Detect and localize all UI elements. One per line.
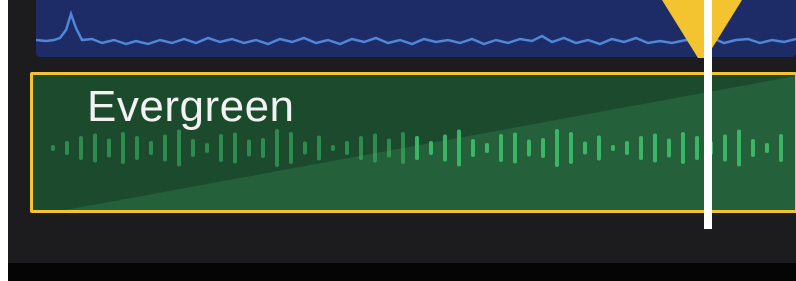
audio-clip-evergreen[interactable]: Evergreen xyxy=(30,72,796,213)
waveform-bar xyxy=(107,138,111,158)
waveform-bar xyxy=(317,135,321,161)
waveform-bar xyxy=(135,136,139,160)
waveform-bar xyxy=(177,129,181,167)
waveform-bar xyxy=(219,134,223,162)
waveform-bar xyxy=(457,129,461,167)
waveform-bar xyxy=(93,133,97,163)
waveform-bar xyxy=(443,134,447,162)
waveform-bar xyxy=(597,135,601,161)
waveform-bar xyxy=(65,141,69,155)
waveform-bar xyxy=(345,141,349,155)
waveform-bar xyxy=(247,139,251,157)
playhead-line[interactable] xyxy=(704,0,712,229)
timeline[interactable]: Evergreen xyxy=(8,0,796,263)
waveform-bar xyxy=(737,129,741,167)
waveform-bar xyxy=(751,139,755,157)
waveform-bar xyxy=(191,139,195,157)
waveform-bar xyxy=(723,134,727,162)
waveform-bar xyxy=(625,141,629,155)
waveform-bar xyxy=(415,136,419,160)
waveform-bar xyxy=(289,132,293,164)
waveform-bar xyxy=(639,136,643,160)
waveform-bar xyxy=(373,133,377,163)
waveform-bar xyxy=(779,134,783,162)
waveform-bar xyxy=(429,141,433,155)
waveform-bar xyxy=(121,132,125,164)
waveform-bar xyxy=(611,145,615,151)
waveform-bar xyxy=(205,143,209,153)
waveform-bar xyxy=(695,136,699,160)
waveform-bar xyxy=(331,145,335,151)
waveform-bar xyxy=(485,143,489,153)
waveform-bar xyxy=(653,133,657,163)
waveform-bar xyxy=(681,132,685,164)
waveform-bar xyxy=(499,134,503,162)
waveform-bar xyxy=(527,139,531,157)
waveform-bar xyxy=(261,138,265,158)
waveform-bar xyxy=(51,145,55,151)
waveform-bar xyxy=(79,136,83,160)
waveform-bar xyxy=(513,132,517,164)
waveform-bar xyxy=(401,132,405,164)
waveform-bar xyxy=(555,129,559,167)
waveform-bar xyxy=(583,141,587,155)
waveform-bar xyxy=(569,132,573,164)
clip-title: Evergreen xyxy=(87,82,295,131)
waveform-bar xyxy=(275,129,279,167)
waveform-bar xyxy=(387,138,391,158)
waveform-bar xyxy=(765,143,769,153)
waveform-bar xyxy=(303,141,307,155)
waveform-bar xyxy=(471,139,475,157)
waveform-bar xyxy=(163,134,167,162)
waveform-bar xyxy=(667,138,671,158)
bottom-bar xyxy=(8,263,796,281)
waveform-bar xyxy=(541,138,545,158)
waveform-bar xyxy=(359,136,363,160)
waveform-bar xyxy=(149,141,153,155)
waveform-bar xyxy=(233,132,237,164)
playhead-triangle-icon[interactable] xyxy=(662,0,742,80)
